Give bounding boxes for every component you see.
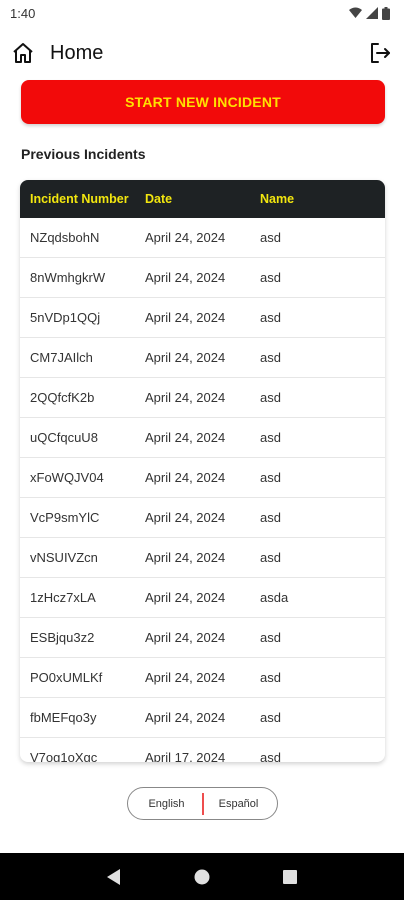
cell-name: asd — [260, 510, 281, 525]
table-row[interactable]: 1zHcz7xLA April 24, 2024 asda — [20, 578, 385, 618]
system-nav-bar — [0, 853, 404, 900]
cell-date: April 24, 2024 — [145, 350, 226, 365]
table-row[interactable]: uQCfqcuU8 April 24, 2024 asd — [20, 418, 385, 458]
table-row[interactable]: NZqdsbohN April 24, 2024 asd — [20, 218, 385, 258]
header-name: Name — [260, 192, 295, 206]
cell-name: asd — [260, 350, 281, 365]
table-row[interactable]: vNSUIVZcn April 24, 2024 asd — [20, 538, 385, 578]
screen: 1:40 Home START NEW INCIDENT Previous In… — [0, 0, 404, 900]
cell-name: asd — [260, 710, 281, 725]
cell-name: asd — [260, 630, 281, 645]
table-row[interactable]: CM7JAIlch April 24, 2024 asd — [20, 338, 385, 378]
table-row[interactable]: 8nWmhgkrW April 24, 2024 asd — [20, 258, 385, 298]
battery-icon — [382, 6, 390, 20]
page-title: Home — [50, 41, 104, 64]
cell-date: April 24, 2024 — [145, 590, 226, 605]
cell-name: asd — [260, 550, 281, 565]
home-icon[interactable] — [10, 40, 36, 66]
cell-incident-number: CM7JAIlch — [30, 350, 93, 365]
language-english-button[interactable]: English — [132, 798, 202, 810]
cell-incident-number: ESBjqu3z2 — [30, 630, 95, 645]
cell-name: asd — [260, 750, 281, 762]
cell-name: asd — [260, 270, 281, 285]
cell-date: April 24, 2024 — [145, 270, 226, 285]
language-spanish-button[interactable]: Español — [204, 798, 274, 810]
table-row[interactable]: VcP9smYlC April 24, 2024 asd — [20, 498, 385, 538]
table-row[interactable]: fbMEFqo3y April 24, 2024 asd — [20, 698, 385, 738]
signal-icon — [366, 7, 378, 19]
language-toggle: English Español — [127, 787, 278, 820]
cell-date: April 24, 2024 — [145, 390, 226, 405]
status-time: 1:40 — [10, 5, 36, 21]
table-row[interactable]: xFoWQJV04 April 24, 2024 asd — [20, 458, 385, 498]
header-date: Date — [145, 192, 173, 206]
cell-incident-number: uQCfqcuU8 — [30, 430, 98, 445]
cell-name: asd — [260, 390, 281, 405]
cell-name: asd — [260, 430, 281, 445]
cell-date: April 24, 2024 — [145, 630, 226, 645]
cell-incident-number: fbMEFqo3y — [30, 710, 97, 725]
cell-incident-number: NZqdsbohN — [30, 230, 100, 245]
cell-date: April 24, 2024 — [145, 710, 226, 725]
back-icon[interactable] — [99, 862, 129, 892]
cell-name: asd — [260, 670, 281, 685]
cell-date: April 24, 2024 — [145, 550, 226, 565]
header-incident-number: Incident Number — [30, 192, 129, 206]
cell-date: April 24, 2024 — [145, 510, 226, 525]
recents-icon[interactable] — [275, 862, 305, 892]
table-body[interactable]: NZqdsbohN April 24, 2024 asd 8nWmhgkrW Apri… — [20, 218, 385, 762]
table-row[interactable]: 5nVDp1QQj April 24, 2024 asd — [20, 298, 385, 338]
cell-incident-number: 8nWmhgkrW — [30, 270, 106, 285]
cell-incident-number: 5nVDp1QQj — [30, 310, 101, 325]
cell-date: April 24, 2024 — [145, 670, 226, 685]
cell-date: April 17, 2024 — [145, 750, 226, 762]
table-header: Incident Number Date Name — [20, 180, 385, 218]
table-row[interactable]: 2QQfcfK2b April 24, 2024 asd — [20, 378, 385, 418]
cell-incident-number: xFoWQJV04 — [30, 470, 104, 485]
table-row[interactable]: V7og1oXgc April 17, 2024 asd — [20, 738, 385, 762]
incidents-table: Incident Number Date Name NZqdsbohN April… — [20, 180, 385, 762]
start-new-incident-button[interactable]: START NEW INCIDENT — [21, 80, 385, 124]
cell-date: April 24, 2024 — [145, 230, 226, 245]
status-bar: 1:40 — [0, 0, 404, 26]
logout-icon[interactable] — [366, 39, 394, 67]
app-bar: Home — [0, 30, 404, 76]
table-row[interactable]: PO0xUMLKf April 24, 2024 asd — [20, 658, 385, 698]
cell-name: asd — [260, 470, 281, 485]
cell-name: asd — [260, 230, 281, 245]
cell-incident-number: VcP9smYlC — [30, 510, 100, 525]
cell-incident-number: PO0xUMLKf — [30, 670, 103, 685]
cell-incident-number: vNSUIVZcn — [30, 550, 98, 565]
cell-incident-number: 2QQfcfK2b — [30, 390, 95, 405]
wifi-icon — [349, 7, 362, 18]
cell-date: April 24, 2024 — [145, 430, 226, 445]
table-row[interactable]: ESBjqu3z2 April 24, 2024 asd — [20, 618, 385, 658]
cell-date: April 24, 2024 — [145, 470, 226, 485]
cell-incident-number: 1zHcz7xLA — [30, 590, 96, 605]
home-nav-icon[interactable] — [187, 862, 217, 892]
status-icons — [349, 6, 390, 20]
cell-name: asda — [260, 590, 289, 605]
cell-incident-number: V7og1oXgc — [30, 750, 98, 762]
cell-name: asd — [260, 310, 281, 325]
section-title: Previous Incidents — [21, 146, 146, 162]
cell-date: April 24, 2024 — [145, 310, 226, 325]
